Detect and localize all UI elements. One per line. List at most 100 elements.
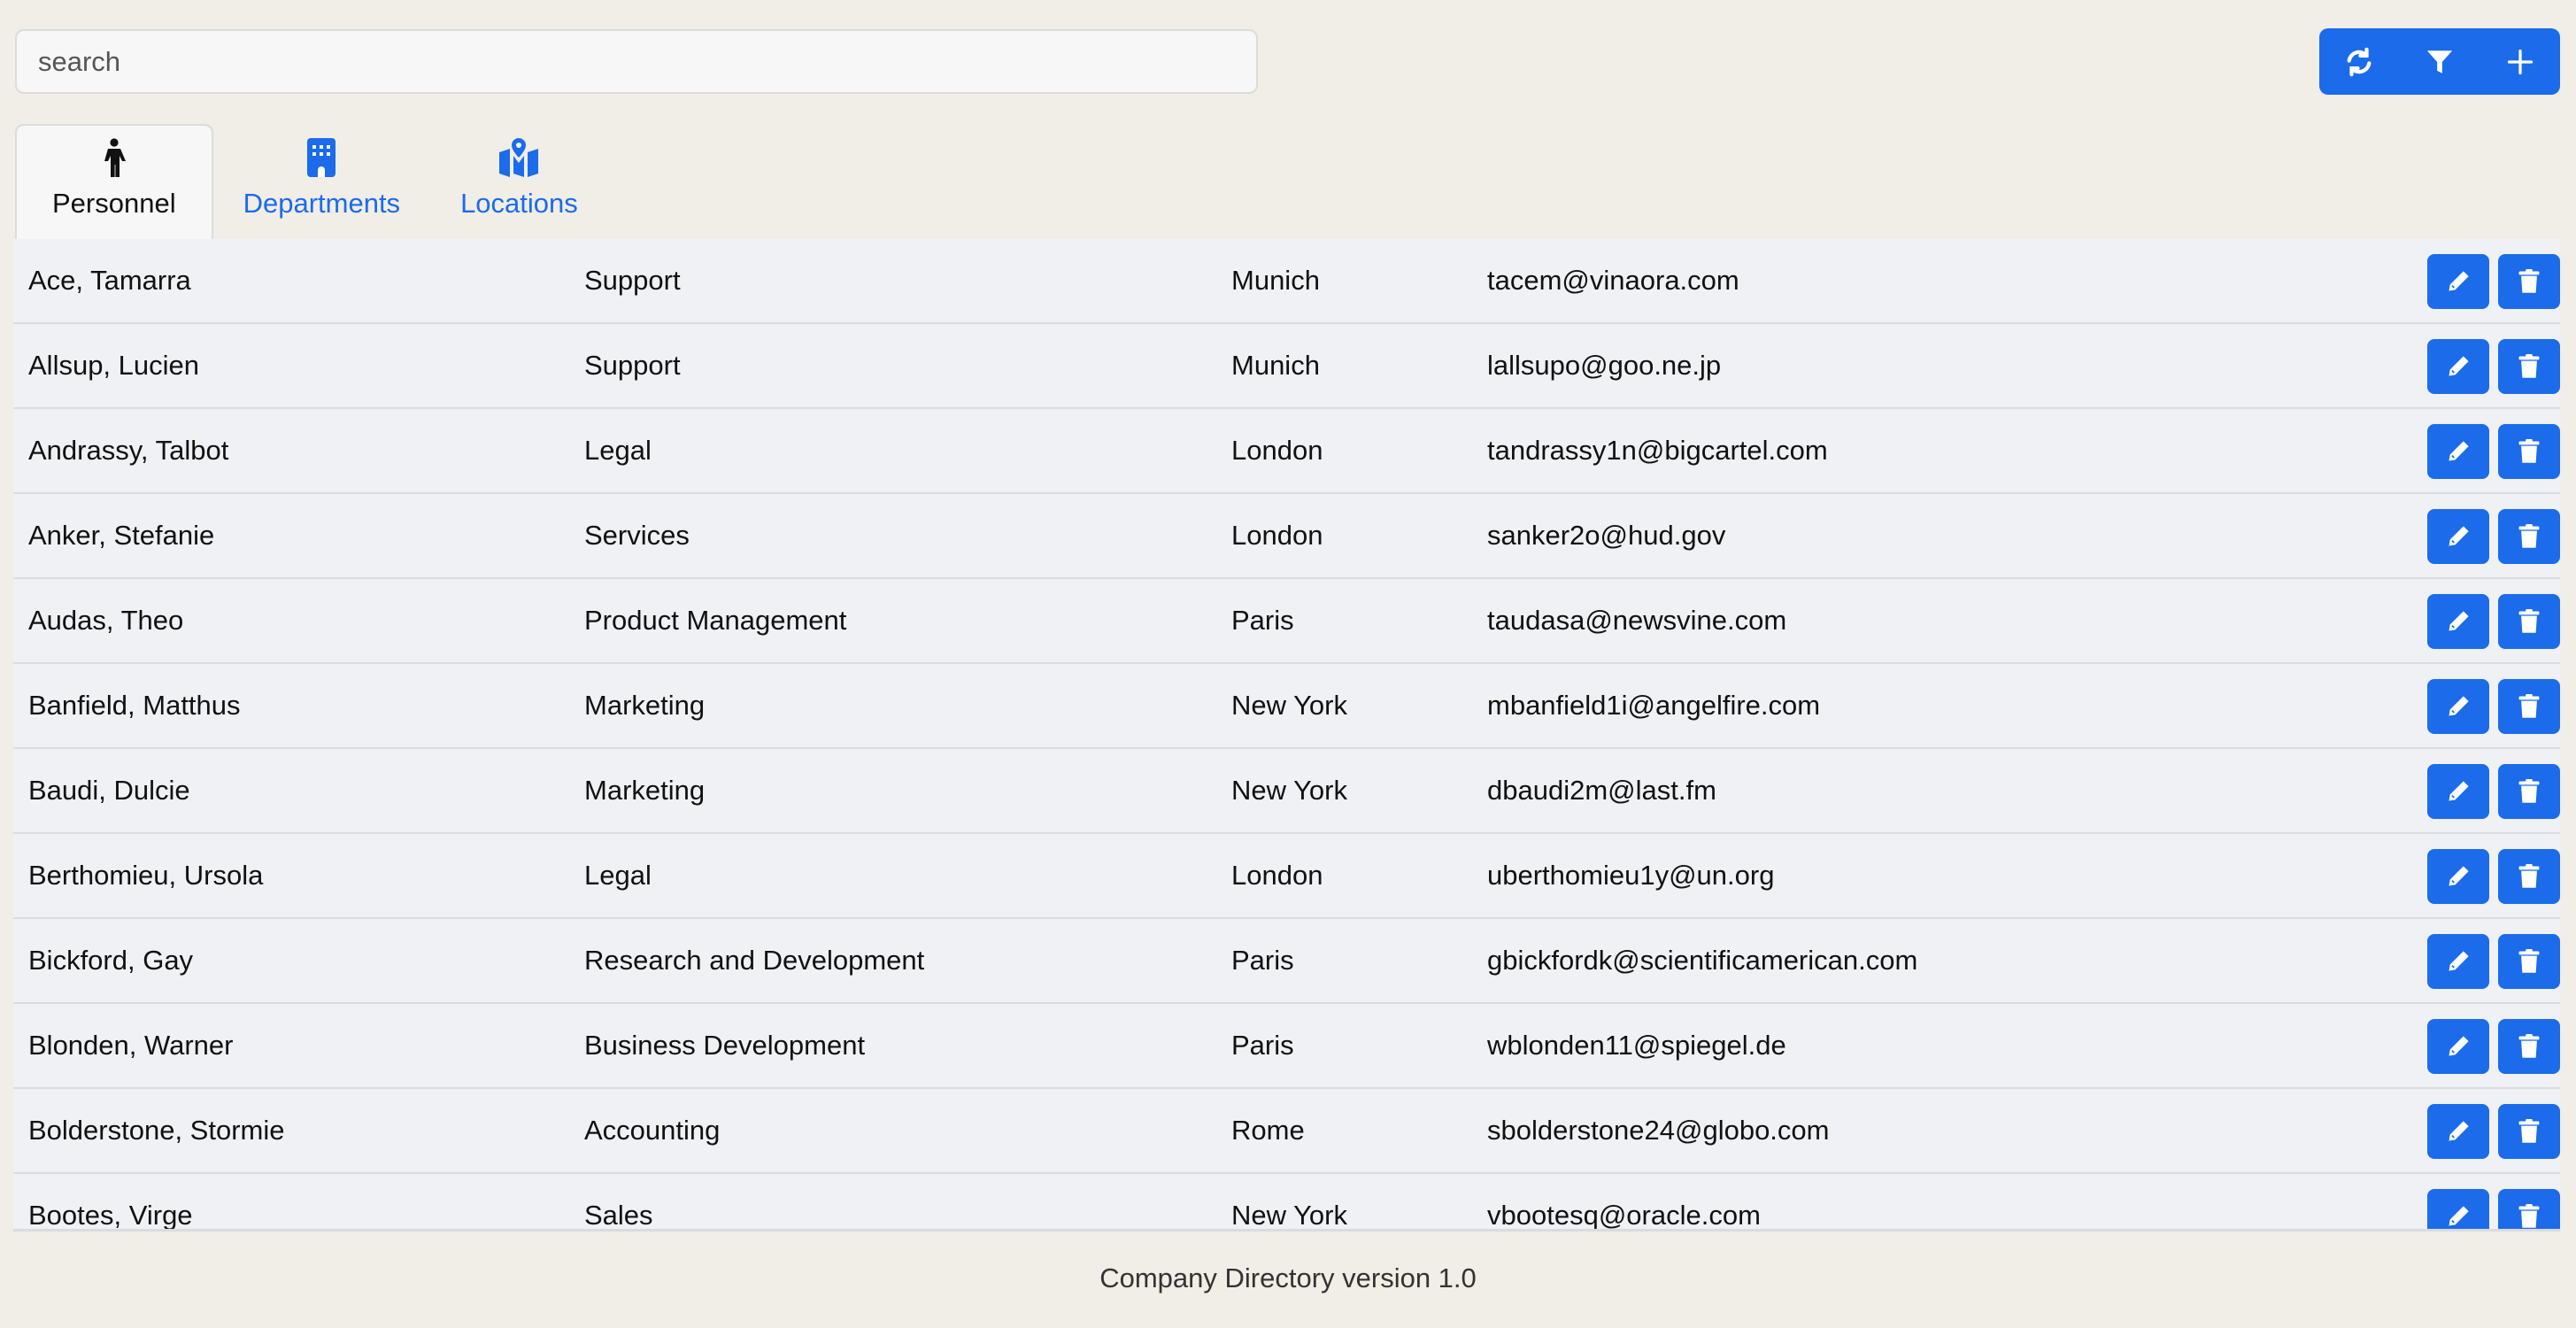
filter-button[interactable] <box>2400 28 2480 95</box>
person-email: dbaudi2m@last.fm <box>1487 775 1716 806</box>
delete-button[interactable] <box>2498 934 2560 989</box>
person-name: Bolderstone, Stormie <box>28 1115 285 1146</box>
edit-button[interactable] <box>2427 1104 2489 1159</box>
edit-button[interactable] <box>2427 1189 2489 1229</box>
person-location: Munich <box>1231 350 1320 381</box>
table-row: Bolderstone, Stormie Accounting Rome sbo… <box>13 1089 2560 1174</box>
pencil-icon <box>2449 1206 2469 1226</box>
search-input[interactable] <box>15 29 1258 94</box>
edit-button[interactable] <box>2427 764 2489 819</box>
person-department: Legal <box>584 860 652 891</box>
table-row: Bickford, Gay Research and Development P… <box>13 919 2560 1004</box>
person-name: Blonden, Warner <box>28 1030 234 1061</box>
delete-button[interactable] <box>2498 339 2560 394</box>
trash-icon <box>2518 609 2540 633</box>
person-location: New York <box>1231 1200 1347 1231</box>
footer-version: Company Directory version 1.0 <box>1099 1262 1477 1293</box>
person-name: Berthomieu, Ursola <box>28 860 264 891</box>
table-row: Blonden, Warner Business Development Par… <box>13 1004 2560 1089</box>
person-location: London <box>1231 435 1323 466</box>
delete-button[interactable] <box>2498 849 2560 904</box>
person-department: Marketing <box>584 690 706 721</box>
person-department: Accounting <box>584 1115 721 1146</box>
edit-button[interactable] <box>2427 1019 2489 1074</box>
pencil-icon <box>2449 866 2469 886</box>
person-department: Product Management <box>584 605 847 636</box>
trash-icon <box>2518 1204 2540 1228</box>
pencil-icon <box>2449 356 2469 376</box>
delete-button[interactable] <box>2498 1019 2560 1074</box>
person-department: Business Development <box>584 1030 866 1061</box>
pencil-icon <box>2449 951 2469 971</box>
delete-button[interactable] <box>2498 509 2560 564</box>
table-row: Bootes, Virge Sales New York vbootesq@or… <box>13 1174 2560 1231</box>
edit-button[interactable] <box>2427 509 2489 564</box>
person-name: Allsup, Lucien <box>28 350 200 381</box>
person-name: Baudi, Dulcie <box>28 775 190 806</box>
pencil-icon <box>2449 441 2469 461</box>
delete-button[interactable] <box>2498 764 2560 819</box>
edit-button[interactable] <box>2427 254 2489 309</box>
edit-button[interactable] <box>2427 934 2489 989</box>
person-email: uberthomieu1y@un.org <box>1487 860 1775 891</box>
tab-label: Locations <box>460 188 578 219</box>
pencil-icon <box>2449 526 2469 546</box>
tab-personnel[interactable]: Personnel <box>15 124 213 239</box>
edit-button[interactable] <box>2427 594 2489 649</box>
pencil-icon <box>2449 1036 2469 1056</box>
building-icon <box>307 138 336 177</box>
refresh-icon <box>2347 47 2372 76</box>
plus-icon <box>2507 49 2533 74</box>
person-location: Rome <box>1231 1115 1305 1146</box>
tab-departments[interactable]: Departments <box>213 124 430 239</box>
table-row: Berthomieu, Ursola Legal London uberthom… <box>13 834 2560 919</box>
person-email: tacem@vinaora.com <box>1487 265 1739 296</box>
pencil-icon <box>2449 781 2469 801</box>
delete-button[interactable] <box>2498 594 2560 649</box>
person-email: wblonden11@spiegel.de <box>1487 1030 1786 1061</box>
person-location: London <box>1231 860 1323 891</box>
delete-button[interactable] <box>2498 1104 2560 1159</box>
person-icon <box>104 138 126 177</box>
person-email: vbootesq@oracle.com <box>1487 1200 1761 1231</box>
edit-button[interactable] <box>2427 424 2489 479</box>
person-location: Paris <box>1231 605 1294 636</box>
trash-icon <box>2518 949 2540 973</box>
toolbar-button-group <box>2319 28 2560 95</box>
edit-button[interactable] <box>2427 849 2489 904</box>
delete-button[interactable] <box>2498 254 2560 309</box>
pencil-icon <box>2449 271 2469 291</box>
trash-icon <box>2518 1119 2540 1143</box>
trash-icon <box>2518 1034 2540 1058</box>
person-department: Support <box>584 265 681 296</box>
refresh-button[interactable] <box>2319 28 2400 95</box>
delete-button[interactable] <box>2498 424 2560 479</box>
table-row: Allsup, Lucien Support Munich lallsupo@g… <box>13 324 2560 409</box>
person-location: London <box>1231 520 1323 551</box>
table-row: Andrassy, Talbot Legal London tandrassy1… <box>13 409 2560 494</box>
person-email: taudasa@newsvine.com <box>1487 605 1787 636</box>
personnel-table: Ace, Tamarra Support Munich tacem@vinaor… <box>13 239 2560 1231</box>
table-row: Banfield, Matthus Marketing New York mba… <box>13 664 2560 749</box>
table-row: Anker, Stefanie Services London sanker2o… <box>13 494 2560 579</box>
person-department: Marketing <box>584 775 706 806</box>
tab-label: Personnel <box>52 188 176 219</box>
trash-icon <box>2518 864 2540 888</box>
person-email: gbickfordk@scientificamerican.com <box>1487 945 1918 976</box>
person-department: Services <box>584 520 690 551</box>
delete-button[interactable] <box>2498 679 2560 734</box>
edit-button[interactable] <box>2427 679 2489 734</box>
tab-locations[interactable]: Locations <box>430 124 608 239</box>
person-email: sanker2o@hud.gov <box>1487 520 1726 551</box>
person-name: Bootes, Virge <box>28 1200 193 1231</box>
add-button[interactable] <box>2480 28 2560 95</box>
filter-icon <box>2426 50 2453 73</box>
person-name: Andrassy, Talbot <box>28 435 229 466</box>
pencil-icon <box>2449 1121 2469 1141</box>
person-name: Bickford, Gay <box>28 945 194 976</box>
edit-button[interactable] <box>2427 339 2489 394</box>
person-email: mbanfield1i@angelfire.com <box>1487 690 1821 721</box>
person-location: Munich <box>1231 265 1320 296</box>
delete-button[interactable] <box>2498 1189 2560 1229</box>
person-name: Ace, Tamarra <box>28 265 191 296</box>
